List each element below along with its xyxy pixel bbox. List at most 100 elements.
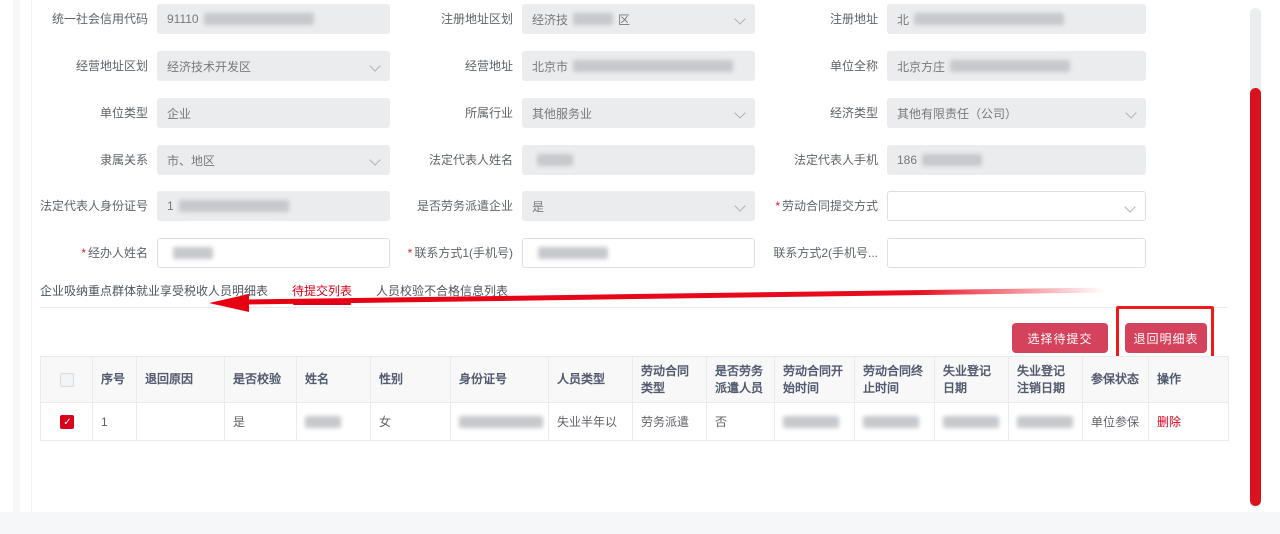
- col-seq: 序号: [93, 357, 137, 403]
- cell-seq: 1: [93, 403, 137, 441]
- registered-address-input[interactable]: 北: [887, 4, 1146, 34]
- redacted-value: [573, 60, 733, 72]
- col-verified: 是否校验: [225, 357, 297, 403]
- cell-return-reason: [137, 403, 225, 441]
- redacted-value: [950, 60, 1070, 72]
- select-all-checkbox[interactable]: [60, 373, 74, 387]
- field-registered-address: 注册地址 北: [760, 4, 1146, 34]
- field-is-dispatch-company: 是否劳务派遣企业 是: [395, 191, 755, 221]
- col-name: 姓名: [297, 357, 371, 403]
- select-pending-button[interactable]: 选择待提交: [1012, 323, 1108, 353]
- redacted-value: [943, 416, 999, 428]
- unit-type-input[interactable]: 企业: [157, 98, 390, 128]
- company-name-label: 单位全称: [760, 51, 887, 81]
- cell-person-type: 失业半年以: [549, 403, 633, 441]
- agent-name-label: *经办人姓名: [32, 238, 157, 268]
- field-unit-type: 单位类型 企业: [32, 98, 390, 128]
- contact-phone-1-input[interactable]: [522, 238, 755, 268]
- field-contact-phone-1: *联系方式1(手机号): [395, 238, 755, 268]
- chevron-down-icon: [1125, 107, 1136, 118]
- col-is-dispatch: 是否劳务派遣人员: [707, 357, 775, 403]
- col-contract-end: 劳动合同终止时间: [855, 357, 935, 403]
- field-legal-rep-phone: 法定代表人手机 186: [760, 145, 1146, 175]
- required-asterisk: *: [775, 199, 780, 213]
- economic-type-label: 经济类型: [760, 98, 887, 128]
- contact-phone-1-label: *联系方式1(手机号): [395, 238, 522, 268]
- col-contract-start: 劳动合同开始时间: [775, 357, 855, 403]
- tab-pending-submit-list[interactable]: 待提交列表: [292, 282, 352, 305]
- business-address-input[interactable]: 北京市: [522, 51, 755, 81]
- col-insure-status: 参保状态: [1083, 357, 1149, 403]
- redacted-value: [1017, 416, 1073, 428]
- redacted-value: [783, 416, 839, 428]
- agent-name-input[interactable]: [157, 238, 390, 268]
- business-district-select[interactable]: 经济技术开发区: [157, 51, 390, 81]
- field-legal-rep-name: 法定代表人姓名: [395, 145, 755, 175]
- cell-action: 删除: [1149, 403, 1229, 441]
- redacted-value: [459, 416, 543, 428]
- affiliation-label: 隶属关系: [32, 145, 157, 175]
- credit-code-input[interactable]: 91110: [157, 4, 390, 34]
- field-legal-rep-id: 法定代表人身份证号 1: [32, 191, 390, 221]
- chevron-down-icon: [734, 200, 745, 211]
- redacted-value: [914, 13, 1064, 25]
- chevron-down-icon: [1124, 201, 1135, 212]
- contract-submit-method-select[interactable]: [887, 191, 1146, 221]
- required-asterisk: *: [81, 246, 86, 260]
- delete-link[interactable]: 删除: [1157, 415, 1181, 429]
- tab-enterprise-detail-list[interactable]: 企业吸纳重点群体就业享受税收人员明细表: [40, 282, 268, 305]
- contact-phone-2-label: 联系方式2(手机号...: [760, 238, 887, 268]
- select-all-cell: [41, 357, 93, 403]
- return-detail-button[interactable]: 退回明细表: [1125, 323, 1207, 353]
- cell-contract-end: [855, 403, 935, 441]
- legal-rep-name-label: 法定代表人姓名: [395, 145, 522, 175]
- redacted-value: [537, 154, 573, 166]
- field-industry: 所属行业 其他服务业: [395, 98, 755, 128]
- cell-is-dispatch: 否: [707, 403, 775, 441]
- redacted-value: [173, 247, 213, 259]
- redacted-value: [305, 416, 341, 428]
- table-header-row: 序号 退回原因 是否校验 姓名 性别 身份证号 人员类型 劳动合同类型 是否劳务…: [41, 357, 1229, 403]
- affiliation-select[interactable]: 市、地区: [157, 145, 390, 175]
- field-economic-type: 经济类型 其他有限责任（公司）: [760, 98, 1146, 128]
- field-credit-code: 统一社会信用代码 91110: [32, 4, 390, 34]
- cell-verified: 是: [225, 403, 297, 441]
- col-action: 操作: [1149, 357, 1229, 403]
- chevron-down-icon: [734, 107, 745, 118]
- detail-tabs: 企业吸纳重点群体就业享受税收人员明细表 待提交列表 人员校验不合格信息列表: [40, 282, 1228, 308]
- company-name-input[interactable]: 北京方庄: [887, 51, 1146, 81]
- industry-select[interactable]: 其他服务业: [522, 98, 755, 128]
- row-select-cell: [41, 403, 93, 441]
- credit-code-label: 统一社会信用代码: [32, 4, 157, 34]
- chevron-down-icon: [734, 13, 745, 24]
- col-return-reason: 退回原因: [137, 357, 225, 403]
- economic-type-select[interactable]: 其他有限责任（公司）: [887, 98, 1146, 128]
- redacted-value: [538, 247, 608, 259]
- tab-invalid-person-list[interactable]: 人员校验不合格信息列表: [376, 282, 508, 305]
- legal-rep-phone-input[interactable]: 186: [887, 145, 1146, 175]
- redacted-value: [573, 13, 613, 25]
- cell-gender: 女: [371, 403, 451, 441]
- required-asterisk: *: [408, 246, 413, 260]
- col-gender: 性别: [371, 357, 451, 403]
- legal-rep-id-input[interactable]: 1: [157, 191, 390, 221]
- field-registered-district: 注册地址区划 经济技区: [395, 4, 755, 34]
- col-id-number: 身份证号: [451, 357, 549, 403]
- legal-rep-name-input[interactable]: [522, 145, 755, 175]
- col-contract-type: 劳动合同类型: [633, 357, 707, 403]
- business-address-label: 经营地址: [395, 51, 522, 81]
- redacted-value: [922, 154, 982, 166]
- scrollbar-thumb[interactable]: [1250, 88, 1261, 506]
- redacted-value: [179, 200, 289, 212]
- field-contract-submit-method: *劳动合同提交方式: [760, 191, 1146, 221]
- col-unemp-cancel-date: 失业登记注销日期: [1009, 357, 1083, 403]
- is-dispatch-company-select[interactable]: 是: [522, 191, 755, 221]
- cell-id-number: [451, 403, 549, 441]
- registered-district-select[interactable]: 经济技区: [522, 4, 755, 34]
- field-business-address: 经营地址 北京市: [395, 51, 755, 81]
- row-checkbox[interactable]: [60, 415, 74, 429]
- redacted-value: [204, 13, 314, 25]
- contact-phone-2-input[interactable]: [887, 238, 1146, 268]
- field-business-district: 经营地址区划 经济技术开发区: [32, 51, 390, 81]
- left-panel-strip: [13, 0, 20, 512]
